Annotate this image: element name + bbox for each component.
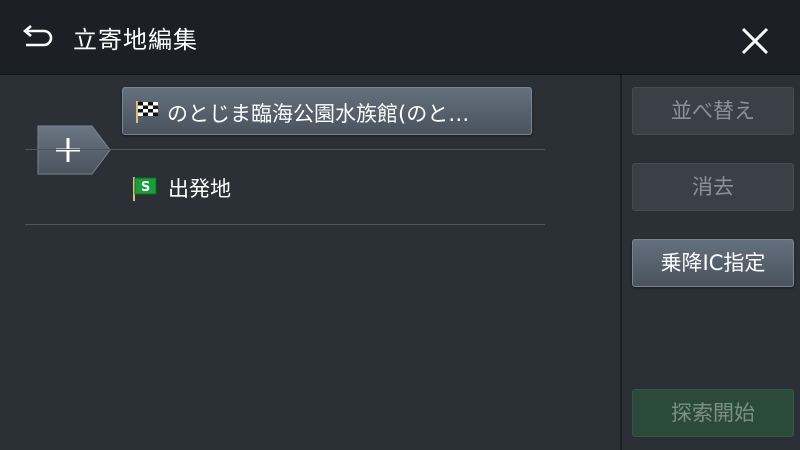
divider [25, 149, 545, 150]
page-title: 立寄地編集 [73, 26, 198, 54]
start-flag-icon: S [133, 177, 157, 201]
close-icon [741, 27, 769, 55]
waypoint-list: のとじま臨海公園水族館(のと… S 出発地 [0, 75, 620, 450]
start-search-button[interactable]: 探索開始 [632, 389, 794, 437]
add-waypoint-button[interactable] [36, 125, 112, 175]
delete-button[interactable]: 消去 [632, 163, 794, 211]
start-flag-letter: S [141, 180, 150, 195]
ic-designation-button[interactable]: 乗降IC指定 [632, 239, 794, 287]
close-button[interactable] [738, 24, 772, 58]
checkered-flag-icon [136, 101, 158, 123]
header-bar: 立寄地編集 [0, 0, 800, 75]
divider [25, 224, 545, 225]
start-label: 出発地 [168, 177, 231, 201]
back-button[interactable] [18, 22, 58, 54]
destination-item[interactable]: のとじま臨海公園水族館(のと… [122, 87, 532, 135]
destination-label: のとじま臨海公園水族館(のと… [167, 102, 470, 126]
side-panel: 並べ替え 消去 乗降IC指定 探索開始 [620, 75, 800, 450]
reorder-button[interactable]: 並べ替え [632, 87, 794, 135]
back-arrow-icon [22, 25, 53, 47]
